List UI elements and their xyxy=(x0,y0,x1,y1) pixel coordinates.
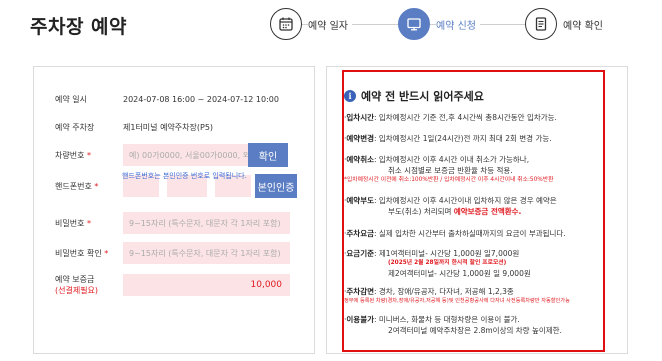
notice-item-noshow: ·예약부도: 입차예정시간 이후 4시간이내 입차하지 않은 경우 예약은 부도… xyxy=(344,196,557,216)
step-reservation-confirm: 예약 확인 xyxy=(525,8,607,40)
period-value: 2024-07-08 16:00 ~ 2024-07-12 10:00 xyxy=(123,95,279,104)
reservation-form-panel xyxy=(33,66,315,354)
password-confirm-input[interactable]: 9~15자리 (특수문자, 대문자 각 1자리 포함) xyxy=(123,242,290,264)
confirm-button[interactable]: 확인 xyxy=(248,143,288,167)
step-reservation-apply: 예약 신청 xyxy=(398,8,480,40)
car-label: 차량번호 * xyxy=(55,150,91,160)
password-input[interactable]: 9~15자리 (특수문자, 대문자 각 1자리 포함) xyxy=(123,212,290,234)
notice-title: i 예약 전 반드시 읽어주세요 xyxy=(344,88,484,104)
notice-item-fee-standard: ·요금기준: 제1여객터미널- 시간당 1,000원 일7,000원 (2025… xyxy=(344,249,531,278)
password-confirm-label: 비밀번호 확인 * xyxy=(55,248,109,258)
step-label: 예약 확인 xyxy=(563,16,607,32)
notice-item-entry-time: ·입차시간: 입차예정시간 기준 전,후 4시간씩 총8시간동안 입차가능. xyxy=(344,113,557,122)
step-label: 예약 신청 xyxy=(436,16,480,32)
calendar-icon xyxy=(270,8,302,40)
form-row-password: 비밀번호 * 9~15자리 (특수문자, 대문자 각 1자리 포함) xyxy=(55,212,290,234)
document-icon xyxy=(525,8,557,40)
form-row-lot: 예약 주차장 제1터미널 예약주차장(P5) xyxy=(55,122,213,133)
form-row-period: 예약 일시 2024-07-08 16:00 ~ 2024-07-12 10:0… xyxy=(55,94,279,105)
info-icon: i xyxy=(344,90,356,102)
car-number-input[interactable]: 예) 00가0000, 서울00가0000, 외 xyxy=(123,144,248,166)
form-row-password-confirm: 비밀번호 확인 * 9~15자리 (특수문자, 대문자 각 1자리 포함) xyxy=(55,242,290,264)
form-row-deposit: 예약 보증금 (선결제필요) 10,000 xyxy=(55,274,290,296)
notice-item-restriction: ·이용불가: 미니버스, 화물차 등 대형차량은 이용이 불가. 2여객터미널 … xyxy=(344,315,562,335)
form-row-car: 차량번호 * 예) 00가0000, 서울00가0000, 외 확인 xyxy=(55,143,288,167)
verify-hint: 핸드폰번호는 본인인증 번호로 입력됩니다. xyxy=(122,172,247,180)
deposit-value: 10,000 xyxy=(123,274,290,296)
step-label: 예약 일자 xyxy=(308,16,352,32)
lot-value: 제1터미널 예약주차장(P5) xyxy=(123,123,214,132)
phone-label: 핸드폰번호 * xyxy=(55,181,99,191)
lot-label: 예약 주차장 xyxy=(55,123,95,132)
notice-item-cancel: ·예약취소: 입차예정시간 이후 4시간 이내 취소가 가능하나, 취소 시점별… xyxy=(344,155,554,183)
notice-item-fee: ·주차요금: 실제 입차한 시간부터 출차하실때까지의 요금이 부과됩니다. xyxy=(344,229,566,238)
notice-item-discount: ·주차감면: 경차, 장애/유공자, 다자녀, 저공해 1,2,3종 정부에 등… xyxy=(344,287,570,304)
password-label: 비밀번호 * xyxy=(55,218,91,228)
notice-item-change: ·예약변경: 입차예정시간 1일(24시간)전 까지 최대 2회 변경 가능. xyxy=(344,134,552,143)
period-label: 예약 일시 xyxy=(55,95,87,104)
monitor-icon xyxy=(398,8,430,40)
step-reservation-date: 예약 일자 xyxy=(270,8,352,40)
page-title: 주차장 예약 xyxy=(30,16,128,38)
verify-button[interactable]: 본인인증 xyxy=(255,174,297,198)
deposit-label: 예약 보증금 (선결제필요) xyxy=(55,275,99,295)
